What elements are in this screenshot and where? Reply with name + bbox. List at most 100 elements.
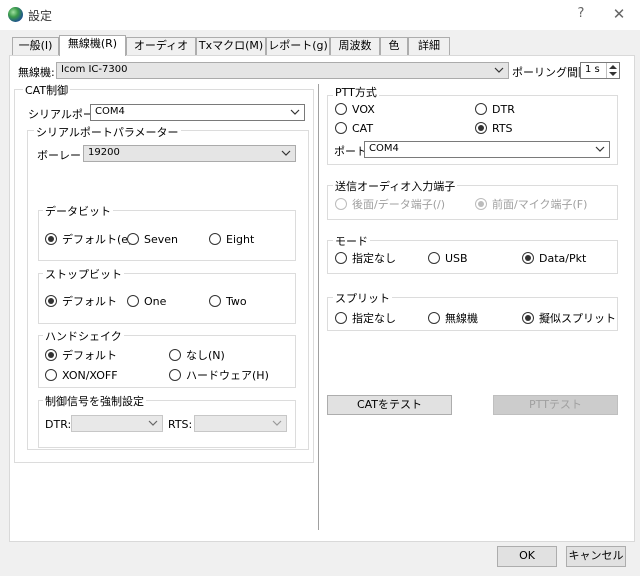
polling-spinbox[interactable]: 1 s xyxy=(580,62,620,79)
mode-title: モード xyxy=(333,233,370,249)
rig-select-value: Icom IC-7300 xyxy=(61,64,128,75)
radio-selected-icon xyxy=(45,349,57,361)
spin-arrows-icon[interactable] xyxy=(606,63,619,78)
radio-icon xyxy=(335,312,347,324)
chevron-down-icon xyxy=(280,147,292,160)
ptt-port-select[interactable]: COM4 xyxy=(364,141,610,158)
ptt-rts-radio[interactable]: RTS xyxy=(475,121,513,135)
radio-icon xyxy=(335,103,347,115)
mode-usb-label: USB xyxy=(445,251,468,265)
databits-eight-radio[interactable]: Eight xyxy=(209,232,254,246)
tab-colors[interactable]: 色 xyxy=(380,37,408,55)
radio-selected-icon xyxy=(522,312,534,324)
mode-datapkt-label: Data/Pkt xyxy=(539,251,587,265)
chevron-down-icon xyxy=(147,417,159,430)
ptt-cat-radio[interactable]: CAT xyxy=(335,121,373,135)
mode-none-radio[interactable]: 指定なし xyxy=(335,251,396,265)
databits-default-radio[interactable]: デフォルト(e) xyxy=(45,232,132,246)
radio-icon xyxy=(127,233,139,245)
radio-icon xyxy=(127,295,139,307)
handshake-none-radio[interactable]: なし(N) xyxy=(169,348,225,362)
chevron-down-icon xyxy=(493,64,505,77)
tab-general[interactable]: 一般(I) xyxy=(12,37,59,55)
audio-rear-label: 後面/データ端子(/) xyxy=(352,198,445,211)
chevron-down-icon xyxy=(271,417,283,430)
stopbits-two-radio[interactable]: Two xyxy=(209,294,247,308)
dtr-label: DTR: xyxy=(45,418,72,431)
audio-rear-radio[interactable]: 後面/データ端子(/) xyxy=(335,197,445,211)
radio-icon xyxy=(335,198,347,210)
handshake-default-radio[interactable]: デフォルト xyxy=(45,348,117,362)
split-rig-radio[interactable]: 無線機 xyxy=(428,311,478,325)
split-fake-radio[interactable]: 擬似スプリット xyxy=(522,311,616,325)
split-fake-label: 擬似スプリット xyxy=(539,312,616,325)
radio-selected-icon xyxy=(45,233,57,245)
polling-value: 1 s xyxy=(585,64,600,75)
radio-icon xyxy=(45,369,57,381)
baud-rate-select[interactable]: 19200 xyxy=(83,145,296,162)
stopbits-one-radio[interactable]: One xyxy=(127,294,166,308)
test-cat-button[interactable]: CATをテスト xyxy=(327,395,452,415)
stopbits-default-radio[interactable]: デフォルト xyxy=(45,294,117,308)
stopbits-one-label: One xyxy=(144,294,167,308)
tab-advanced[interactable]: 詳細 xyxy=(408,37,450,55)
audio-front-radio[interactable]: 前面/マイク端子(F) xyxy=(475,197,587,211)
stopbits-two-label: Two xyxy=(226,294,247,308)
radio-icon xyxy=(475,103,487,115)
radio-selected-icon xyxy=(475,198,487,210)
rig-label: 無線機: xyxy=(18,66,55,79)
ptt-vox-label: VOX xyxy=(352,102,375,116)
ptt-rts-label: RTS xyxy=(492,121,513,135)
stopbits-default-label: デフォルト xyxy=(62,295,117,308)
tx-audio-source-title: 送信オーディオ入力端子 xyxy=(333,178,458,194)
dtr-select[interactable] xyxy=(71,415,163,432)
tab-reporting[interactable]: レポート(g) xyxy=(266,37,330,55)
ptt-port-value: COM4 xyxy=(369,143,399,154)
radio-selected-icon xyxy=(522,252,534,264)
close-icon[interactable]: ✕ xyxy=(604,2,634,26)
databits-seven-radio[interactable]: Seven xyxy=(127,232,178,246)
ptt-method-title: PTT方式 xyxy=(333,84,379,100)
force-control-title: 制御信号を強制設定 xyxy=(43,393,146,409)
split-title: スプリット xyxy=(333,290,392,306)
handshake-xonxoff-radio[interactable]: XON/XOFF xyxy=(45,368,118,382)
serial-port-select[interactable]: COM4 xyxy=(90,104,305,121)
chevron-down-icon xyxy=(594,143,606,156)
radio-icon xyxy=(335,252,347,264)
tab-audio[interactable]: オーディオ(u) xyxy=(126,37,196,68)
serial-params-title: シリアルポートパラメーター xyxy=(34,124,181,140)
split-none-radio[interactable]: 指定なし xyxy=(335,311,396,325)
tab-tx-macros[interactable]: Txマクロ(M) xyxy=(196,37,266,55)
handshake-title: ハンドシェイク xyxy=(43,328,124,344)
mode-datapkt-radio[interactable]: Data/Pkt xyxy=(522,251,586,265)
mode-none-label: 指定なし xyxy=(352,252,396,265)
radio-icon xyxy=(428,252,440,264)
tab-radio[interactable]: 無線機(R) xyxy=(59,35,126,56)
radio-icon xyxy=(428,312,440,324)
ptt-dtr-label: DTR xyxy=(492,102,515,116)
mode-usb-radio[interactable]: USB xyxy=(428,251,468,265)
help-icon[interactable]: ? xyxy=(566,2,596,26)
cancel-button[interactable]: キャンセル xyxy=(566,546,626,567)
audio-front-label: 前面/マイク端子(F) xyxy=(492,198,588,211)
rts-label: RTS: xyxy=(168,418,193,431)
radio-selected-icon xyxy=(475,122,487,134)
title-bar xyxy=(0,0,640,30)
handshake-hardware-label: ハードウェア(H) xyxy=(186,369,269,382)
test-ptt-button[interactable]: PTTテスト xyxy=(493,395,618,415)
split-none-label: 指定なし xyxy=(352,312,396,325)
rig-select[interactable]: Icom IC-7300 xyxy=(56,62,509,79)
tab-frequencies[interactable]: 周波数 xyxy=(330,37,380,55)
cat-control-title: CAT制御 xyxy=(23,82,71,98)
handshake-hardware-radio[interactable]: ハードウェア(H) xyxy=(169,368,269,382)
databits-default-label: デフォルト(e) xyxy=(62,233,133,246)
radio-icon xyxy=(335,122,347,134)
handshake-xonxoff-label: XON/XOFF xyxy=(62,368,118,382)
baud-rate-value: 19200 xyxy=(88,147,120,158)
ok-button[interactable]: OK xyxy=(497,546,557,567)
rts-select[interactable] xyxy=(194,415,287,432)
ptt-dtr-radio[interactable]: DTR xyxy=(475,102,515,116)
radio-icon xyxy=(169,369,181,381)
ptt-vox-radio[interactable]: VOX xyxy=(335,102,375,116)
radio-icon xyxy=(209,233,221,245)
